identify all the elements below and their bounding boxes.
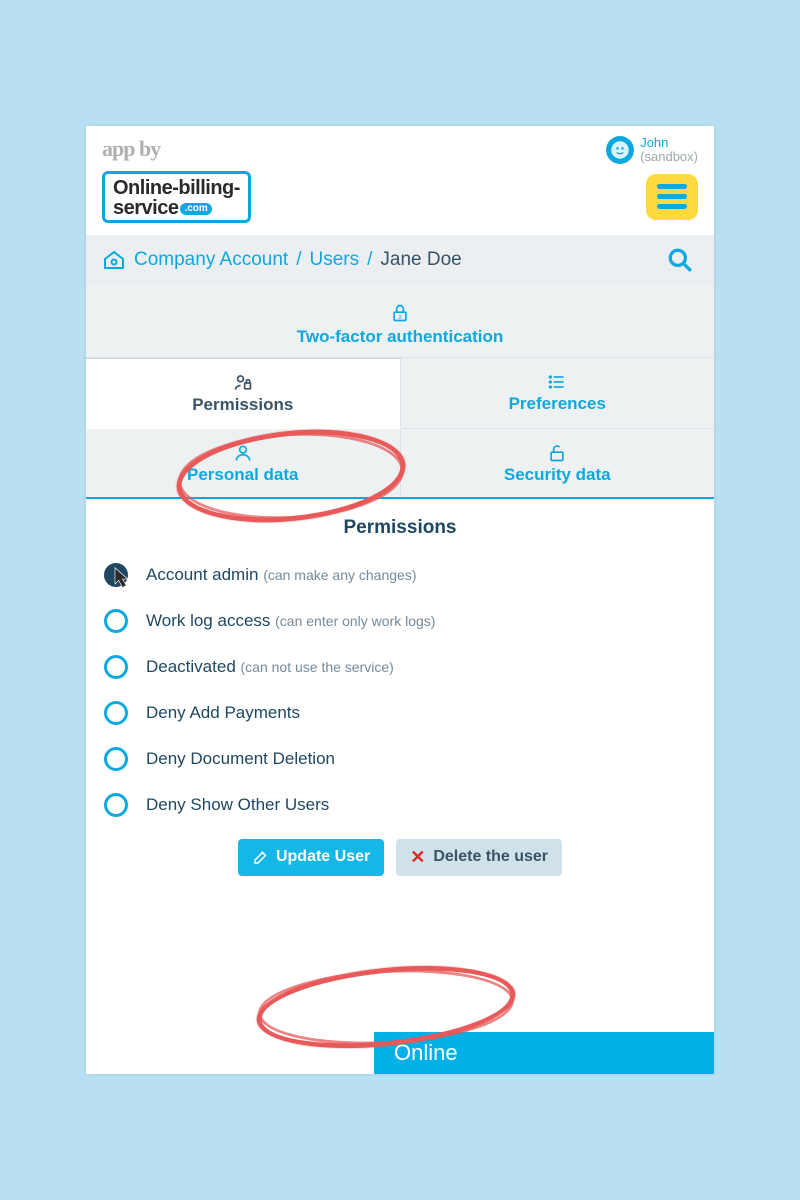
delete-user-button[interactable]: ✕ Delete the user [396,839,562,876]
perm-label: Deny Show Other Users [146,795,329,814]
app-frame: app by John (sandbox) Online-billing- [86,126,714,1074]
unlock-icon [401,443,715,463]
tab-personal-label: Personal data [86,465,400,485]
edit-icon [252,848,270,866]
breadcrumb-bar: Company Account / Users / Jane Doe [86,235,714,285]
home-icon [102,248,126,272]
permissions-list: Account admin (can make any changes) Wor… [104,563,696,817]
tab-personal-data[interactable]: Personal data [86,429,401,497]
perm-hint: (can enter only work logs) [275,613,435,629]
person-icon [86,443,400,463]
user-environment: (sandbox) [640,150,698,164]
header: app by John (sandbox) Online-billing- [86,126,714,223]
tab-preferences[interactable]: Preferences [401,358,715,428]
perm-item-account-admin: Account admin (can make any changes) [104,563,696,587]
radio-work-log[interactable] [104,609,128,633]
radio-deny-show-users[interactable] [104,793,128,817]
tab-permissions[interactable]: Permissions [86,358,401,429]
avatar [606,136,634,164]
perm-hint: (can make any changes) [263,567,416,583]
tab-two-factor-label: Two-factor authentication [86,327,714,347]
perm-item-work-log: Work log access (can enter only work log… [104,609,696,633]
perm-label: Deny Add Payments [146,703,300,722]
update-user-label: Update User [276,848,370,866]
logo-line2: service [113,197,178,219]
perm-item-deny-document-deletion: Deny Document Deletion [104,747,696,771]
radio-deactivated[interactable] [104,655,128,679]
pointer-icon [105,564,135,594]
svg-text:2: 2 [398,314,401,320]
perm-item-deny-show-users: Deny Show Other Users [104,793,696,817]
close-icon: ✕ [410,847,425,868]
user-lock-icon [86,373,400,393]
menu-button[interactable] [646,174,698,220]
tab-permissions-label: Permissions [86,395,400,415]
tab-security-label: Security data [401,465,715,485]
list-icon [401,372,715,392]
breadcrumb-users[interactable]: Users [309,249,359,271]
action-buttons: Update User ✕ Delete the user [104,839,696,884]
app-by-label: app by [102,136,160,162]
delete-user-label: Delete the user [433,848,548,866]
permissions-panel: Permissions Account admin (can make any … [86,499,714,884]
logo-line1: Online-billing- [113,178,240,198]
panel-title: Permissions [104,517,696,539]
search-button[interactable] [662,242,698,278]
perm-label: Work log access [146,611,270,630]
perm-item-deny-add-payments: Deny Add Payments [104,701,696,725]
tab-preferences-label: Preferences [401,394,715,414]
online-label: Online [394,1040,458,1066]
update-user-button[interactable]: Update User [238,839,384,876]
breadcrumb-root[interactable]: Company Account [134,249,288,271]
user-name: John [640,136,698,150]
radio-deny-add-payments[interactable] [104,701,128,725]
logo-suffix: .com [180,203,211,215]
breadcrumb: Company Account / Users / Jane Doe [102,248,462,272]
breadcrumb-current: Jane Doe [380,249,461,271]
lock-icon: 2 [86,303,714,323]
user-menu[interactable]: John (sandbox) [606,136,698,165]
perm-label: Deny Document Deletion [146,749,335,768]
radio-account-admin[interactable] [104,563,128,587]
perm-label: Deactivated [146,657,236,676]
avatar-icon [610,140,630,160]
online-status-bar[interactable]: Online [374,1032,714,1074]
tab-security-data[interactable]: Security data [401,429,715,497]
logo[interactable]: Online-billing- service.com [102,171,251,223]
hamburger-icon [657,184,687,189]
tab-two-factor[interactable]: 2 Two-factor authentication [86,285,714,357]
perm-label: Account admin [146,565,258,584]
tab-area: 2 Two-factor authentication Permissions [86,285,714,499]
perm-hint: (can not use the service) [241,659,394,675]
search-icon [667,247,693,273]
radio-deny-document-deletion[interactable] [104,747,128,771]
perm-item-deactivated: Deactivated (can not use the service) [104,655,696,679]
